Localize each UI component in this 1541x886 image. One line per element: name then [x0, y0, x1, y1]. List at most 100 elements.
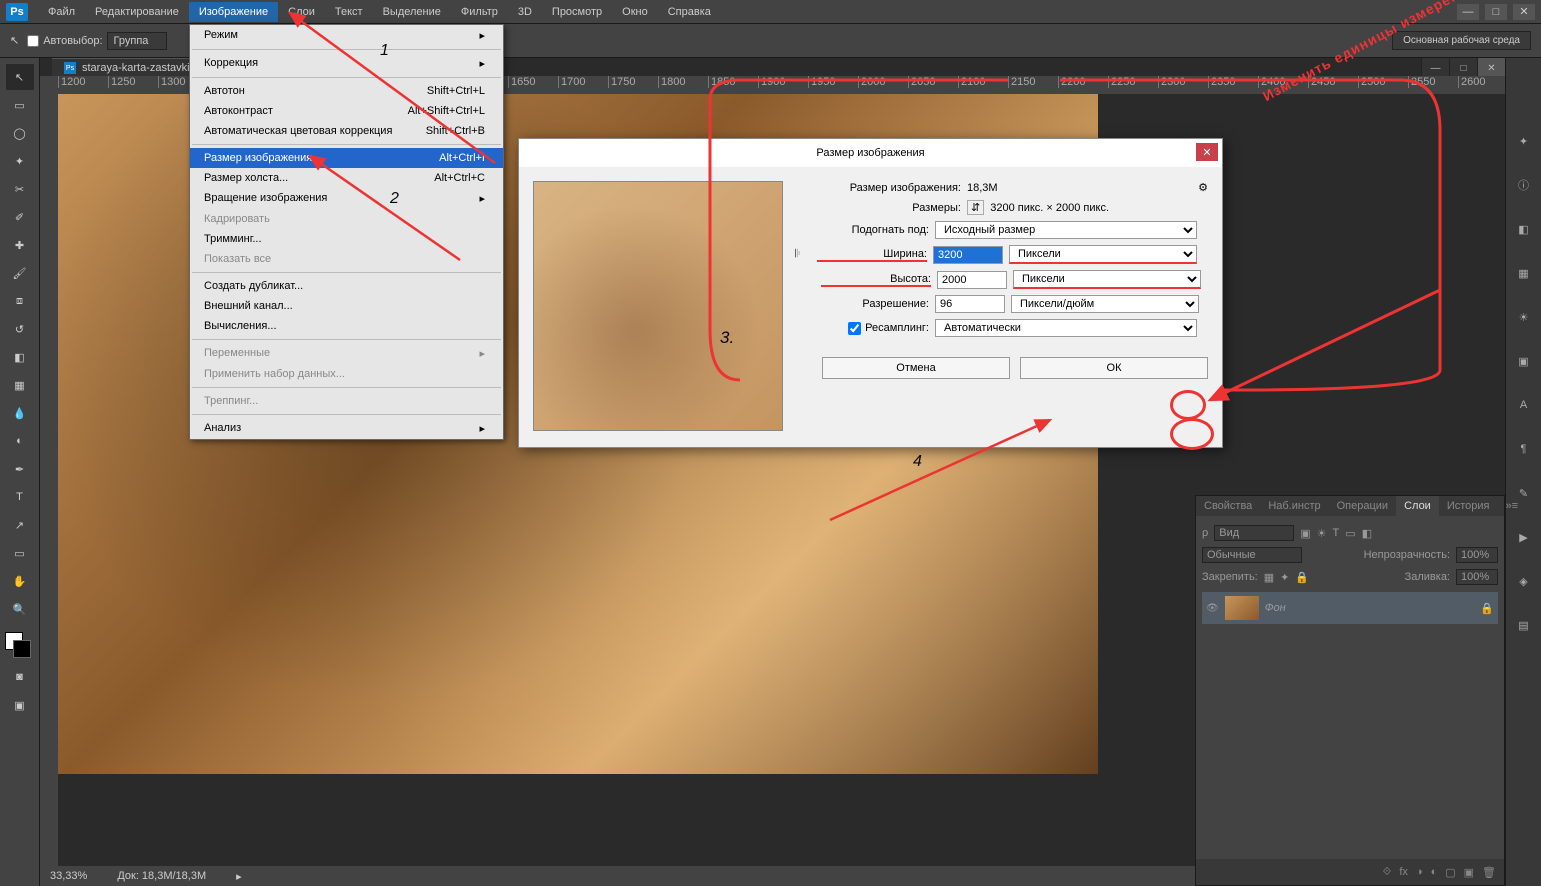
dim-toggle-icon[interactable]: ⇵: [967, 200, 984, 215]
image-menu-item[interactable]: Вращение изображения: [190, 188, 503, 209]
group-icon[interactable]: ▢: [1445, 866, 1455, 879]
channels-icon[interactable]: ▤: [1510, 612, 1538, 638]
lasso-tool[interactable]: ◯: [6, 120, 34, 146]
zoom-tool[interactable]: 🔍: [6, 596, 34, 622]
path-select-tool[interactable]: ↗: [6, 512, 34, 538]
image-menu-item[interactable]: Размер холста...Alt+Ctrl+C: [190, 168, 503, 188]
type-tool[interactable]: T: [6, 484, 34, 510]
panel-tab[interactable]: Операции: [1329, 496, 1396, 516]
blur-tool[interactable]: 💧: [6, 400, 34, 426]
doc-maximize[interactable]: □: [1449, 58, 1477, 78]
lock-pixels-icon[interactable]: ▦: [1264, 571, 1274, 584]
actions-icon[interactable]: ▶: [1510, 524, 1538, 550]
lock-position-icon[interactable]: ✦: [1280, 571, 1289, 584]
layer-row[interactable]: Фон 🔒: [1202, 592, 1498, 624]
adjustments-icon[interactable]: ☀: [1510, 304, 1538, 330]
mask-icon[interactable]: ◑: [1416, 866, 1423, 878]
filter-icon[interactable]: ◧: [1362, 527, 1372, 540]
image-menu-item[interactable]: Анализ: [190, 418, 503, 439]
ok-button[interactable]: ОК: [1020, 357, 1208, 379]
image-menu-item[interactable]: Вычисления...: [190, 316, 503, 336]
dodge-tool[interactable]: ◐: [6, 428, 34, 454]
workspace-switcher[interactable]: Основная рабочая среда: [1392, 31, 1531, 50]
pen-tool[interactable]: ✒: [6, 456, 34, 482]
resolution-unit-select[interactable]: Пиксели/дюйм: [1011, 295, 1199, 313]
menubar-item-8[interactable]: Просмотр: [542, 2, 612, 22]
image-menu-item[interactable]: АвтотонShift+Ctrl+L: [190, 81, 503, 101]
panel-tab[interactable]: Наб.инстр: [1260, 496, 1328, 516]
styles-icon[interactable]: ▣: [1510, 348, 1538, 374]
new-layer-icon[interactable]: ▣: [1464, 866, 1474, 879]
dialog-close-button[interactable]: ✕: [1196, 143, 1218, 161]
eyedropper-tool[interactable]: ✐: [6, 204, 34, 230]
crop-tool[interactable]: ✂: [6, 176, 34, 202]
swatches-icon[interactable]: ▦: [1510, 260, 1538, 286]
panel-tab[interactable]: Слои: [1396, 496, 1439, 516]
resolution-input[interactable]: [935, 295, 1005, 313]
height-input[interactable]: [937, 271, 1007, 289]
screenmode-tool[interactable]: ▣: [6, 692, 34, 718]
menubar-item-5[interactable]: Выделение: [373, 2, 451, 22]
healing-tool[interactable]: ✚: [6, 232, 34, 258]
fit-to-select[interactable]: Исходный размер: [935, 221, 1197, 239]
color-icon[interactable]: ◧: [1510, 216, 1538, 242]
height-unit-select[interactable]: Пиксели: [1013, 270, 1201, 289]
menubar-item-0[interactable]: Файл: [38, 2, 85, 22]
background-color[interactable]: [13, 640, 31, 658]
auto-select-combo[interactable]: Группа: [107, 32, 167, 50]
width-unit-select[interactable]: Пиксели: [1009, 245, 1197, 264]
filter-icon[interactable]: ▣: [1300, 527, 1310, 540]
color-swatches[interactable]: [5, 632, 35, 662]
image-menu-item[interactable]: Размер изображения...Alt+Ctrl+I: [190, 148, 503, 168]
zoom-level[interactable]: 33,33%: [50, 870, 87, 882]
layer-filter-kind[interactable]: Вид: [1214, 525, 1294, 541]
move-tool[interactable]: ↖: [6, 64, 34, 90]
fill-input[interactable]: 100%: [1456, 569, 1498, 585]
shape-tool[interactable]: ▭: [6, 540, 34, 566]
fx-icon[interactable]: fx: [1399, 866, 1408, 878]
brush-tool[interactable]: 🖌: [6, 260, 34, 286]
dialog-titlebar[interactable]: Размер изображения ✕: [519, 139, 1222, 167]
image-menu-item[interactable]: Внешний канал...: [190, 296, 503, 316]
menubar-item-4[interactable]: Текст: [325, 2, 373, 22]
image-menu-item[interactable]: Режим: [190, 25, 503, 46]
image-menu-item[interactable]: Автоматическая цветовая коррекцияShift+C…: [190, 121, 503, 141]
image-menu-item[interactable]: АвтоконтрастAlt+Shift+Ctrl+L: [190, 101, 503, 121]
menubar-item-1[interactable]: Редактирование: [85, 2, 189, 22]
resample-select[interactable]: Автоматически: [935, 319, 1197, 337]
menubar-item-9[interactable]: Окно: [612, 2, 658, 22]
image-menu-item[interactable]: Тримминг...: [190, 229, 503, 249]
menubar-item-10[interactable]: Справка: [658, 2, 721, 22]
minimize-button[interactable]: —: [1457, 4, 1479, 20]
blend-mode-select[interactable]: Обычные: [1202, 547, 1302, 563]
filter-icon[interactable]: T: [1333, 527, 1340, 539]
eraser-tool[interactable]: ◧: [6, 344, 34, 370]
lock-all-icon[interactable]: 🔒: [1295, 571, 1309, 584]
panel-tab[interactable]: История: [1439, 496, 1498, 516]
auto-select-checkbox[interactable]: [27, 35, 39, 47]
doc-minimize[interactable]: —: [1421, 58, 1449, 78]
quickmask-tool[interactable]: ◙: [6, 664, 34, 690]
menubar-item-3[interactable]: Слои: [278, 2, 325, 22]
layer-eye-icon[interactable]: [1206, 602, 1219, 614]
dialog-preview[interactable]: [533, 181, 783, 431]
close-window-button[interactable]: ✕: [1513, 4, 1535, 20]
filter-icon[interactable]: ▭: [1345, 527, 1355, 540]
menubar-item-7[interactable]: 3D: [508, 2, 542, 22]
gradient-tool[interactable]: ▦: [6, 372, 34, 398]
navigator-icon[interactable]: ✦: [1510, 128, 1538, 154]
character-icon[interactable]: A: [1510, 392, 1538, 418]
document-tab[interactable]: Ps staraya-karta-zastavki...: [52, 58, 211, 77]
chain-link-icon[interactable]: 𝄆: [795, 248, 811, 261]
fill-adj-icon[interactable]: ◐: [1431, 866, 1438, 878]
menubar-item-6[interactable]: Фильтр: [451, 2, 508, 22]
layers-icon[interactable]: ◈: [1510, 568, 1538, 594]
panel-menu-icon[interactable]: »≡: [1498, 496, 1527, 516]
panel-tab[interactable]: Свойства: [1196, 496, 1260, 516]
width-input[interactable]: [933, 246, 1003, 264]
image-menu-item[interactable]: Коррекция: [190, 53, 503, 74]
filter-icon[interactable]: ☀: [1317, 527, 1327, 540]
history-brush-tool[interactable]: ↺: [6, 316, 34, 342]
image-menu-item[interactable]: Создать дубликат...: [190, 276, 503, 296]
link-layers-icon[interactable]: ⟐: [1383, 866, 1392, 879]
